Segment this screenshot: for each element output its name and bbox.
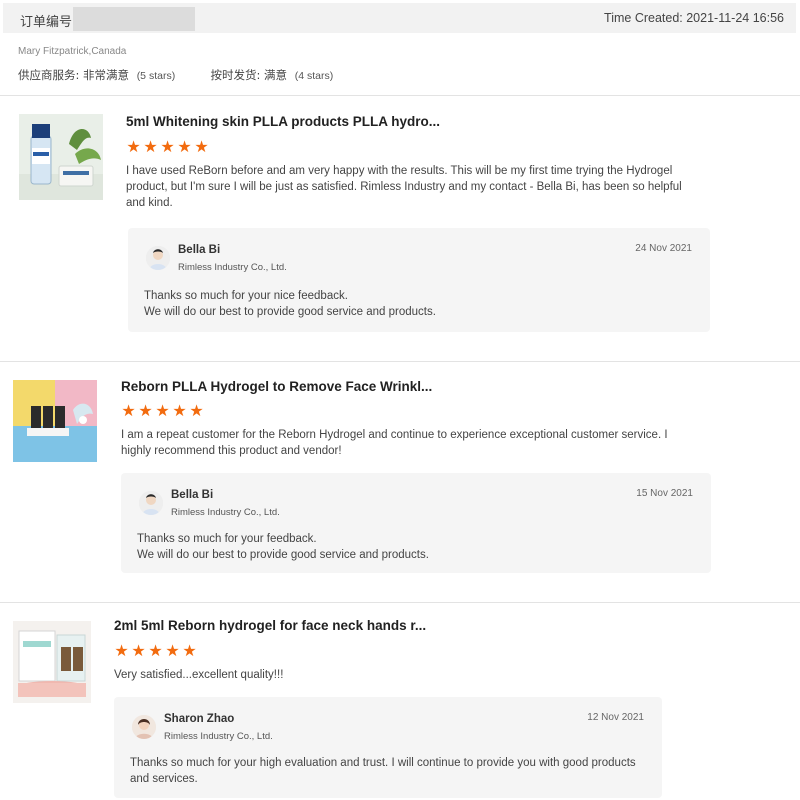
seller-reply: Bella Bi Rimless Industry Co., Ltd. 15 N… — [121, 473, 711, 573]
reply-company: Rimless Industry Co., Ltd. — [171, 507, 280, 518]
order-number-redacted — [73, 7, 195, 31]
reply-company: Rimless Industry Co., Ltd. — [178, 262, 287, 273]
star-icon: ★ — [194, 139, 209, 156]
order-number-label: 订单编号: — [20, 15, 77, 30]
star-icon: ★ — [177, 139, 192, 156]
reply-author-name: Bella Bi — [171, 489, 214, 501]
product-title[interactable]: 2ml 5ml Reborn hydrogel for face neck ha… — [114, 618, 426, 633]
ontime-delivery-value: 满意 — [264, 68, 288, 82]
buyer-name: Mary Fitzpatrick,Canada — [18, 46, 127, 57]
star-icon: ★ — [121, 403, 136, 420]
reply-author-name: Bella Bi — [178, 244, 221, 256]
rating-stars: ★ ★ ★ ★ ★ — [126, 139, 209, 156]
seller-reply: Bella Bi Rimless Industry Co., Ltd. 24 N… — [128, 228, 710, 332]
avatar — [132, 715, 156, 739]
supplier-service-value: 非常满意 — [83, 68, 130, 82]
reply-line: Thanks so much for your nice feedback. — [144, 290, 348, 302]
ontime-delivery-stars: (4 stars) — [294, 70, 334, 82]
product-thumbnail[interactable] — [19, 114, 103, 200]
reply-line: Thanks so much for your high evaluation … — [130, 757, 636, 785]
star-icon: ★ — [182, 643, 197, 660]
avatar — [146, 246, 170, 270]
product-title[interactable]: Reborn PLLA Hydrogel to Remove Face Wrin… — [121, 379, 432, 394]
order-header: 订单编号: Time Created: 2021-11-24 16:56 — [3, 3, 796, 33]
product-title[interactable]: 5ml Whitening skin PLLA products PLLA hy… — [126, 114, 440, 129]
order-ratings: 供应商服务: 非常满意 (5 stars) 按时发货: 满意 (4 stars) — [18, 67, 333, 83]
seller-reply: Sharon Zhao Rimless Industry Co., Ltd. 1… — [114, 697, 662, 798]
review-item: 5ml Whitening skin PLLA products PLLA hy… — [0, 96, 800, 361]
reply-text: Thanks so much for your high evaluation … — [130, 755, 650, 787]
star-icon: ★ — [126, 139, 141, 156]
supplier-service-stars: (5 stars) — [136, 70, 176, 82]
star-icon: ★ — [143, 139, 158, 156]
avatar — [139, 491, 163, 515]
ontime-delivery-label: 按时发货: — [210, 68, 261, 82]
reply-date: 12 Nov 2021 — [587, 712, 644, 723]
rating-stars: ★ ★ ★ ★ ★ — [121, 403, 204, 420]
review-text: I have used ReBorn before and am very ha… — [126, 165, 682, 209]
star-icon: ★ — [114, 643, 129, 660]
supplier-service-label: 供应商服务: — [18, 68, 80, 82]
reply-author-name: Sharon Zhao — [164, 713, 235, 725]
reply-line: We will do our best to provide good serv… — [144, 306, 436, 318]
rating-stars: ★ ★ ★ ★ ★ — [114, 643, 197, 660]
reply-company: Rimless Industry Co., Ltd. — [164, 731, 273, 742]
reply-line: We will do our best to provide good serv… — [137, 549, 429, 561]
star-icon: ★ — [172, 403, 187, 420]
product-thumbnail[interactable] — [13, 621, 91, 703]
reply-text: Thanks so much for your feedback. We wil… — [137, 531, 429, 563]
review-item: 2ml 5ml Reborn hydrogel for face neck ha… — [0, 603, 800, 800]
star-icon: ★ — [148, 643, 163, 660]
product-thumbnail[interactable] — [13, 380, 97, 462]
reply-text: Thanks so much for your nice feedback. W… — [144, 288, 436, 320]
reply-date: 24 Nov 2021 — [635, 243, 692, 254]
star-icon: ★ — [131, 643, 146, 660]
review-text: I am a repeat customer for the Reborn Hy… — [121, 429, 668, 457]
reply-date: 15 Nov 2021 — [636, 488, 693, 499]
star-icon: ★ — [160, 139, 175, 156]
star-icon: ★ — [189, 403, 204, 420]
star-icon: ★ — [155, 403, 170, 420]
reply-line: Thanks so much for your feedback. — [137, 533, 317, 545]
star-icon: ★ — [138, 403, 153, 420]
review-item: Reborn PLLA Hydrogel to Remove Face Wrin… — [0, 362, 800, 602]
star-icon: ★ — [165, 643, 180, 660]
time-created: Time Created: 2021-11-24 16:56 — [604, 11, 784, 25]
review-text: Very satisfied...excellent quality!!! — [114, 669, 284, 681]
